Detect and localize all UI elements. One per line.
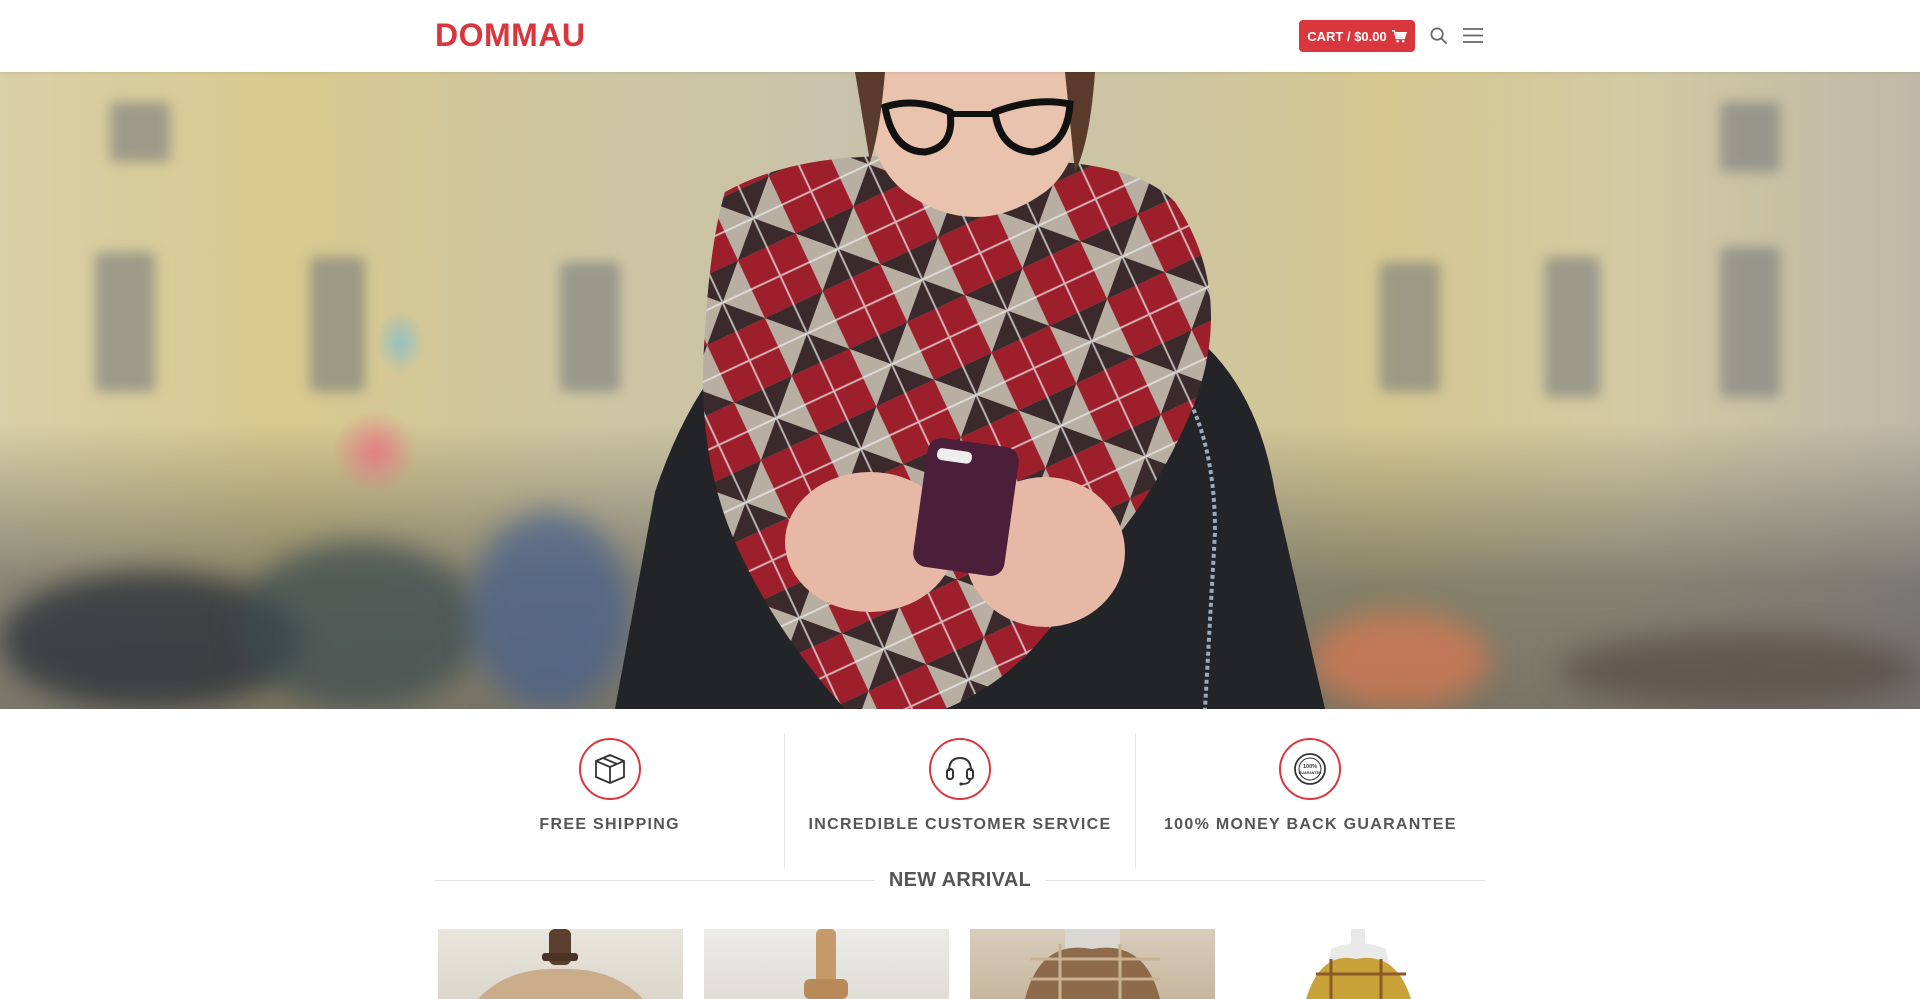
divider xyxy=(1045,879,1485,881)
guarantee-badge-icon: 100% GUARANTEE xyxy=(1279,738,1342,800)
site-logo[interactable]: DOMMAU xyxy=(435,17,586,54)
product-card[interactable] xyxy=(970,929,1215,999)
search-icon[interactable] xyxy=(1429,26,1448,45)
feature-label: 100% MONEY BACK GUARANTEE xyxy=(1163,816,1457,833)
product-image xyxy=(1306,929,1411,999)
svg-text:GUARANTEE: GUARANTEE xyxy=(1299,771,1322,775)
feature-customer-service: INCREDIBLE CUSTOMER SERVICE xyxy=(784,733,1134,868)
feature-label: FREE SHIPPING xyxy=(539,816,680,833)
svg-text:100%: 100% xyxy=(1303,764,1317,770)
divider xyxy=(435,879,875,881)
product-card[interactable] xyxy=(1236,929,1481,999)
feature-money-back: 100% GUARANTEE 100% MONEY BACK GUARANTEE xyxy=(1134,733,1485,868)
new-arrival-heading: NEW ARRIVAL xyxy=(435,868,1485,892)
cart-button[interactable]: CART / $0.00 xyxy=(1299,20,1415,52)
product-grid xyxy=(438,929,1488,999)
product-image xyxy=(1025,929,1160,999)
site-header: DOMMAU CART / $0.00 xyxy=(0,0,1920,72)
hero-banner xyxy=(0,72,1920,709)
product-card[interactable] xyxy=(704,929,949,999)
section-title: NEW ARRIVAL xyxy=(888,868,1032,891)
features-bar: FREE SHIPPING INCREDIBLE CUSTOMER SERVIC… xyxy=(435,733,1485,868)
shopping-cart-icon xyxy=(1391,29,1407,42)
product-image xyxy=(804,929,848,999)
product-card[interactable] xyxy=(438,929,683,999)
cart-label: CART / $0.00 xyxy=(1307,28,1387,44)
package-box-icon xyxy=(578,738,641,800)
feature-label: INCREDIBLE CUSTOMER SERVICE xyxy=(808,816,1112,833)
headset-icon xyxy=(928,738,991,800)
product-image xyxy=(478,929,643,999)
hero-woman-image xyxy=(615,72,1325,709)
feature-free-shipping: FREE SHIPPING xyxy=(435,733,784,868)
hamburger-menu-icon[interactable] xyxy=(1462,26,1484,45)
